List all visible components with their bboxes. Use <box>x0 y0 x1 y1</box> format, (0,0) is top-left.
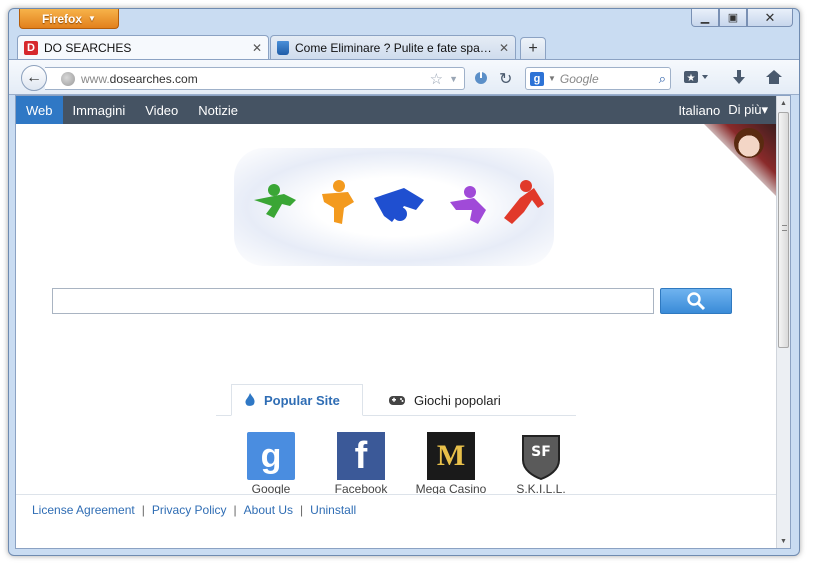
back-arrow-icon: ← <box>26 69 42 86</box>
back-button[interactable]: ← <box>21 65 47 91</box>
footer-links: License Agreement | Privacy Policy | Abo… <box>16 494 778 524</box>
reload-icon[interactable]: ↻ <box>499 69 512 89</box>
title-bar: Firefox ▼ ▁ ▣ ✕ <box>9 9 799 35</box>
url-text[interactable]: www.dosearches.com <box>81 72 424 86</box>
search-button[interactable] <box>660 288 732 314</box>
footer-separator: | <box>300 502 304 517</box>
more-menu[interactable]: Di più▾ <box>724 96 778 124</box>
license-agreement-link[interactable]: License Agreement <box>32 503 135 517</box>
tab-giochi-popolari[interactable]: Giochi popolari <box>388 384 501 416</box>
downloads-icon[interactable] <box>731 69 747 89</box>
menu-web[interactable]: Web <box>16 96 63 124</box>
dosearches-logo <box>234 148 554 266</box>
scroll-down-icon[interactable]: ▼ <box>777 534 790 548</box>
firefox-menu-label: Firefox <box>42 11 83 26</box>
facebook-site-icon: f <box>337 432 385 480</box>
navigation-toolbar: www.dosearches.com ☆ ▼ ← ↻ g ▼ Google ⌕ … <box>9 59 799 95</box>
engine-dropdown-icon[interactable]: ▼ <box>548 74 556 83</box>
menu-immagini[interactable]: Immagini <box>63 96 136 124</box>
orange-runner-icon <box>322 180 354 224</box>
download-helper-icon[interactable] <box>473 69 489 89</box>
search-magnifier-icon[interactable]: ⌕ <box>659 71 666 87</box>
google-site-icon: g <box>247 432 295 480</box>
footer-separator: | <box>141 502 145 517</box>
blue-runner-icon <box>374 188 424 222</box>
tab-strip: D DO SEARCHES ✕ Come Eliminare ? Pulite … <box>17 35 546 59</box>
menu-notizie[interactable]: Notizie <box>188 96 248 124</box>
address-bar[interactable]: www.dosearches.com ☆ ▼ <box>45 67 465 90</box>
tab-giochi-popolari-label: Giochi popolari <box>414 392 501 408</box>
anime-character-image[interactable] <box>734 128 764 158</box>
caret-down-icon: ▼ <box>88 14 96 23</box>
page-content: Web Immagini Video Notizie Italiano Di p… <box>15 95 791 549</box>
tab-close-icon[interactable]: ✕ <box>252 41 262 55</box>
footer-separator: | <box>233 502 237 517</box>
site-menu-bar: Web Immagini Video Notizie Italiano Di p… <box>16 96 778 124</box>
site-facebook[interactable]: f Facebook <box>316 432 406 496</box>
green-runner-icon <box>254 184 296 218</box>
site-mega-casino[interactable]: M Mega Casino <box>406 432 496 496</box>
bookmark-star-icon[interactable]: ☆ <box>430 70 443 88</box>
flame-icon <box>245 393 255 406</box>
google-icon: g <box>530 71 544 86</box>
uninstall-link[interactable]: Uninstall <box>310 503 356 517</box>
browser-window: Firefox ▼ ▁ ▣ ✕ D DO SEARCHES ✕ Come Eli… <box>8 8 800 556</box>
tab-popular-site[interactable]: Popular Site <box>231 384 363 416</box>
svg-text:SF: SF <box>531 444 551 460</box>
search-input[interactable] <box>52 288 654 314</box>
svg-text:★: ★ <box>687 73 696 84</box>
site-skill[interactable]: SF S.K.I.L.L. <box>496 432 586 496</box>
minimize-button[interactable]: ▁ <box>691 9 719 27</box>
about-us-link[interactable]: About Us <box>244 503 293 517</box>
new-tab-button[interactable]: + <box>520 37 546 59</box>
red-runner-icon <box>504 180 544 224</box>
scrollbar-thumb[interactable] <box>778 112 789 348</box>
recycle-bin-favicon-icon <box>277 40 289 55</box>
skill-shield-icon: SF <box>517 432 565 480</box>
tab-come-eliminare[interactable]: Come Eliminare ? Pulite e fate spazio ..… <box>270 35 516 59</box>
purple-runner-icon <box>450 186 486 224</box>
search-placeholder: Google <box>559 71 599 86</box>
dosearches-favicon-icon: D <box>24 40 38 55</box>
tab-do-searches[interactable]: D DO SEARCHES ✕ <box>17 35 269 59</box>
grip-icon <box>782 225 787 231</box>
maximize-button[interactable]: ▣ <box>719 9 747 27</box>
tab-title: Come Eliminare ? Pulite e fate spazio ..… <box>295 40 493 55</box>
mega-casino-site-icon: M <box>427 432 475 480</box>
privacy-policy-link[interactable]: Privacy Policy <box>152 503 227 517</box>
vertical-scrollbar[interactable]: ▲ ▼ <box>776 96 790 548</box>
menu-video[interactable]: Video <box>135 96 188 124</box>
tab-popular-site-label: Popular Site <box>264 392 340 408</box>
popular-sites-list: g Google f Facebook M Mega Casino SF S.K… <box>226 432 586 496</box>
home-icon[interactable] <box>765 69 783 89</box>
popular-tabs: Popular Site Giochi popolari <box>216 384 576 416</box>
scroll-up-icon[interactable]: ▲ <box>777 96 790 110</box>
search-icon <box>687 292 706 311</box>
url-dropdown-icon[interactable]: ▼ <box>449 74 458 84</box>
window-controls: ▁ ▣ ✕ <box>691 9 793 27</box>
search-bar[interactable]: g ▼ Google ⌕ <box>525 67 671 90</box>
firefox-menu-button[interactable]: Firefox ▼ <box>19 9 119 29</box>
gamepad-icon <box>389 396 405 405</box>
tab-close-icon[interactable]: ✕ <box>499 41 509 55</box>
tab-title: DO SEARCHES <box>44 40 132 55</box>
language-selector[interactable]: Italiano <box>668 96 724 124</box>
bookmarks-menu-icon[interactable]: ★ <box>683 69 709 89</box>
site-google[interactable]: g Google <box>226 432 316 496</box>
close-window-button[interactable]: ✕ <box>747 9 793 27</box>
globe-icon <box>61 71 75 86</box>
